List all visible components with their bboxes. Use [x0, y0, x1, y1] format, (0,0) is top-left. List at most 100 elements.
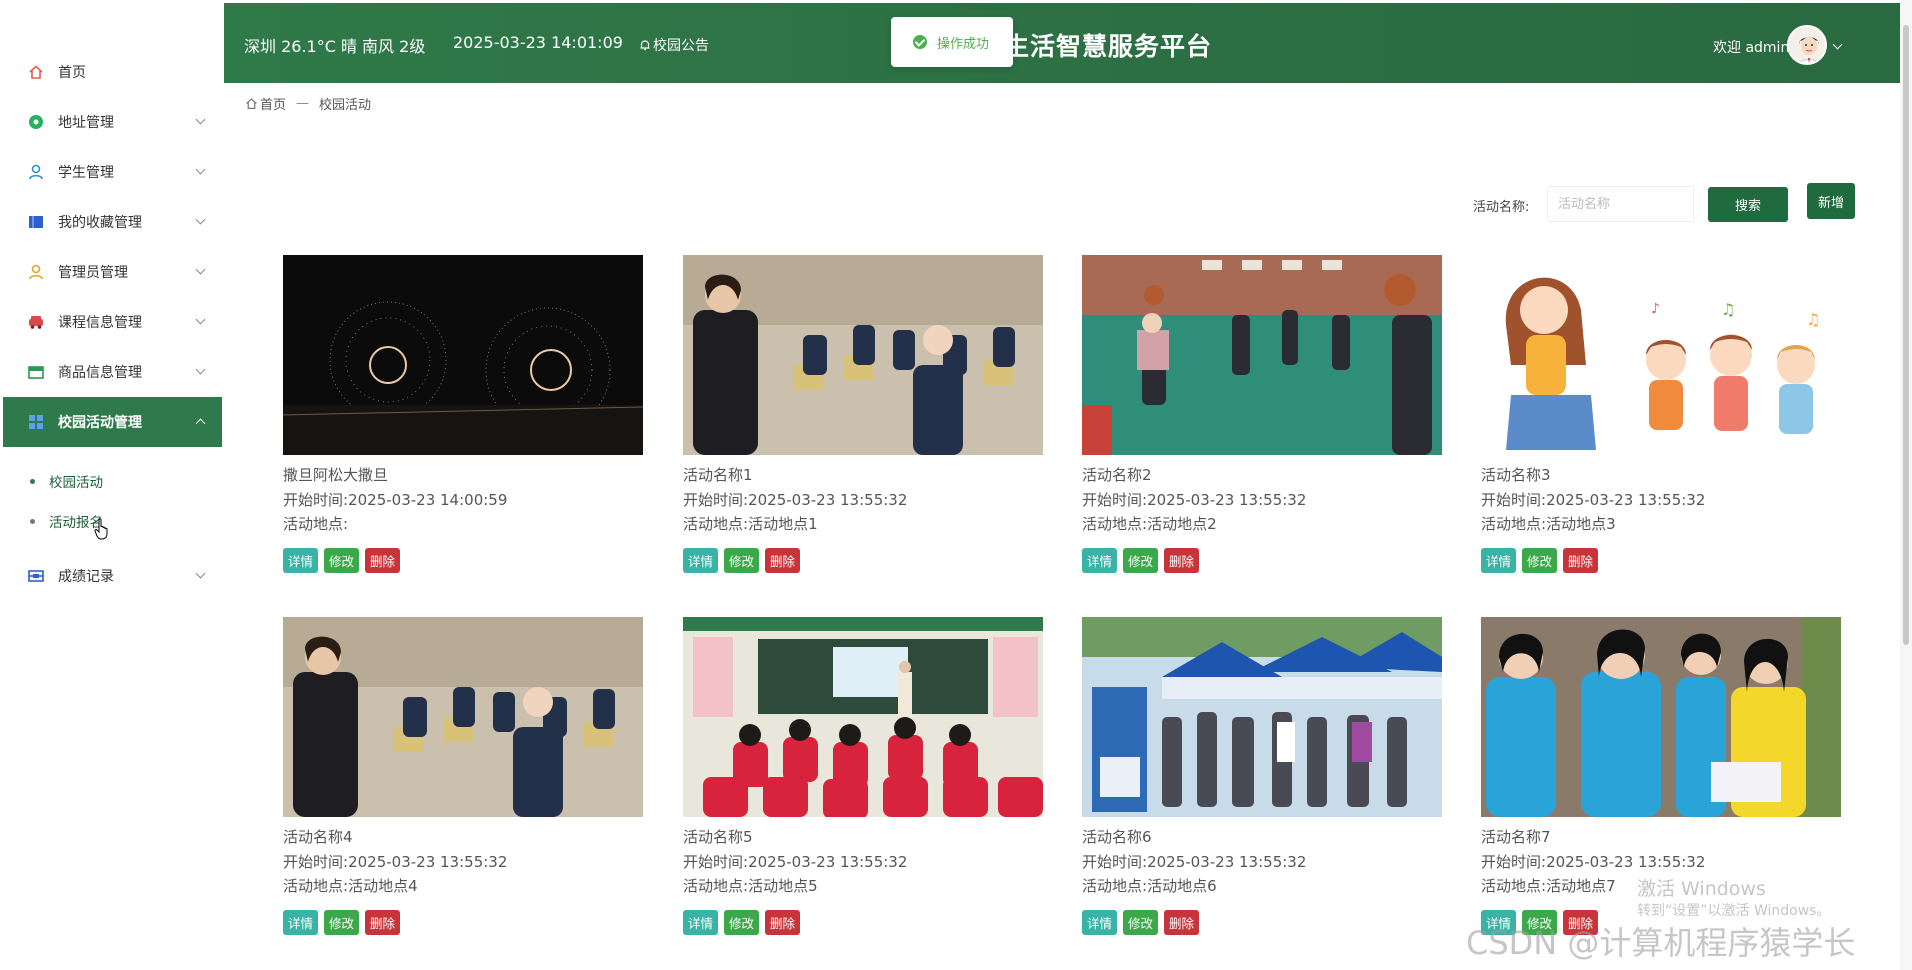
field-label: 活动地点: — [1481, 515, 1547, 533]
activity-card[interactable]: 活动名称4 开始时间:2025-03-23 13:55:32 活动地点:活动地点… — [283, 617, 643, 935]
activity-card[interactable]: 活动名称1 开始时间:2025-03-23 13:55:32 活动地点:活动地点… — [683, 255, 1043, 573]
platform-title: 生活智慧服务平台 — [1004, 32, 1213, 61]
activity-image-auditorium[interactable] — [283, 617, 643, 817]
field-value: 2025-03-23 13:55:32 — [1546, 852, 1706, 871]
activity-start-time: 开始时间:2025-03-23 13:55:32 — [1481, 850, 1841, 875]
detail-button[interactable]: 详情 — [283, 547, 319, 573]
activity-name: 活动名称3 — [1481, 466, 1551, 484]
delete-button[interactable]: 删除 — [765, 547, 801, 573]
bullet-icon — [30, 478, 35, 484]
activity-image-playground[interactable] — [1082, 255, 1442, 455]
search-button[interactable]: 搜索 — [1708, 187, 1788, 222]
field-label: 活动地点: — [283, 515, 349, 533]
activity-image-auditorium[interactable] — [683, 255, 1043, 455]
edit-button[interactable]: 修改 — [1123, 547, 1159, 573]
edit-button[interactable]: 修改 — [324, 909, 360, 935]
activity-card[interactable]: 活动名称6 开始时间:2025-03-23 13:55:32 活动地点:活动地点… — [1082, 617, 1442, 935]
field-label: 开始时间: — [1082, 852, 1148, 871]
home-icon — [246, 98, 257, 109]
delete-button[interactable]: 删除 — [765, 909, 801, 935]
sidebar-item-label: 学生管理 — [58, 165, 114, 181]
field-label: 活动地点: — [683, 877, 749, 895]
sidebar-item-grades[interactable]: 成绩记录 — [3, 551, 222, 601]
field-label: 活动地点: — [683, 515, 749, 533]
delete-button[interactable]: 删除 — [365, 547, 401, 573]
edit-button[interactable]: 修改 — [724, 547, 760, 573]
sidebar-item-students[interactable]: 学生管理 — [3, 147, 222, 197]
check-circle-icon — [913, 35, 927, 49]
csdn-watermark: CSDN @计算机程序猿学长 — [1466, 924, 1856, 962]
field-value: 活动地点5 — [748, 877, 818, 895]
activity-place: 活动地点:活动地点2 — [1082, 512, 1442, 537]
submenu-item-campus-activity[interactable]: 校园活动 — [30, 471, 103, 491]
activity-place: 活动地点:活动地点3 — [1481, 512, 1841, 537]
edit-button[interactable]: 修改 — [724, 909, 760, 935]
chevron-down-icon — [195, 364, 206, 375]
delete-button[interactable]: 删除 — [1164, 547, 1200, 573]
activity-card[interactable]: 活动名称2 开始时间:2025-03-23 13:55:32 活动地点:活动地点… — [1082, 255, 1442, 573]
activity-image-cartoon-singing[interactable]: ♪ ♫ ♫ — [1481, 255, 1841, 455]
field-value: 2025-03-23 13:55:32 — [1147, 852, 1307, 871]
sidebar-item-label: 课程信息管理 — [58, 315, 142, 331]
breadcrumb-home[interactable]: 首页 — [260, 94, 286, 113]
avatar[interactable] — [1787, 25, 1827, 65]
sidebar-item-products[interactable]: 商品信息管理 — [3, 347, 222, 397]
detail-button[interactable]: 详情 — [1082, 547, 1118, 573]
sidebar-item-address[interactable]: 地址管理 — [3, 97, 222, 147]
campus-notice-link[interactable]: 校园公告 — [639, 35, 709, 55]
breadcrumb: 首页 — 校园活动 — [245, 94, 371, 113]
chevron-up-icon — [195, 418, 206, 429]
edit-button[interactable]: 修改 — [1123, 909, 1159, 935]
sidebar-item-label: 校园活动管理 — [58, 415, 142, 431]
activity-name-search-input[interactable] — [1547, 186, 1694, 222]
detail-button[interactable]: 详情 — [1481, 547, 1517, 573]
app-root: 首页 地址管理 学生管理 我的收藏管理 管理员管理 课程信息管理 商品信息管理 … — [0, 0, 1912, 970]
sidebar-item-admins[interactable]: 管理员管理 — [3, 247, 222, 297]
chevron-down-icon[interactable] — [1832, 39, 1843, 50]
activity-image-tents[interactable] — [1082, 617, 1442, 817]
windows-activation-subtext: 转到“设置”以激活 Windows。 — [1637, 903, 1831, 919]
field-label: 开始时间: — [683, 490, 749, 509]
field-value: 2025-03-23 13:55:32 — [748, 490, 908, 509]
detail-button[interactable]: 详情 — [683, 909, 719, 935]
add-button[interactable]: 新增 — [1807, 183, 1855, 219]
car-icon — [28, 314, 44, 330]
activity-image-volunteers[interactable] — [1481, 617, 1841, 817]
activity-card[interactable]: ♪ ♫ ♫ 活动名称3 开始时间:2025-03-23 13:55:32 活动地… — [1481, 255, 1841, 573]
sidebar-item-label: 成绩记录 — [58, 569, 114, 585]
welcome-text: 欢迎 admin — [1713, 40, 1790, 56]
scrollbar-thumb[interactable] — [1903, 25, 1909, 645]
admin-icon — [28, 264, 44, 280]
field-value: 活动地点6 — [1147, 877, 1217, 895]
edit-button[interactable]: 修改 — [324, 547, 360, 573]
sidebar-item-home[interactable]: 首页 — [3, 47, 222, 97]
location-icon — [28, 114, 44, 130]
activity-start-time: 开始时间:2025-03-23 14:00:59 — [283, 488, 643, 513]
chevron-down-icon — [195, 214, 206, 225]
activity-start-time: 开始时间:2025-03-23 13:55:32 — [1082, 488, 1442, 513]
delete-button[interactable]: 删除 — [365, 909, 401, 935]
delete-button[interactable]: 删除 — [1164, 909, 1200, 935]
sidebar-item-favorites[interactable]: 我的收藏管理 — [3, 197, 222, 247]
field-label: 活动地点: — [1082, 515, 1148, 533]
activity-name: 撒旦阿松大撒旦 — [283, 466, 389, 484]
activity-card[interactable]: 撒旦阿松大撒旦 开始时间:2025-03-23 14:00:59 活动地点: 详… — [283, 255, 643, 573]
detail-button[interactable]: 详情 — [683, 547, 719, 573]
chevron-down-icon — [195, 568, 206, 579]
chevron-down-icon — [195, 114, 206, 125]
windows-activation-watermark: 激活 Windows — [1637, 878, 1766, 900]
field-label: 活动地点: — [1082, 877, 1148, 895]
activity-card[interactable]: 活动名称5 开始时间:2025-03-23 13:55:32 活动地点:活动地点… — [683, 617, 1043, 935]
sidebar-item-campus-activities[interactable]: 校园活动管理 — [3, 397, 222, 447]
edit-button[interactable]: 修改 — [1522, 547, 1558, 573]
activity-image-classroom[interactable] — [683, 617, 1043, 817]
detail-button[interactable]: 详情 — [283, 909, 319, 935]
detail-button[interactable]: 详情 — [1082, 909, 1118, 935]
field-value: 活动地点4 — [348, 877, 418, 895]
field-value: 活动地点3 — [1546, 515, 1616, 533]
activity-name: 活动名称5 — [683, 828, 753, 846]
activity-image-fireworks[interactable] — [283, 255, 643, 455]
sidebar-item-courses[interactable]: 课程信息管理 — [3, 297, 222, 347]
delete-button[interactable]: 删除 — [1563, 547, 1599, 573]
submenu-item-activity-signup[interactable]: 活动报名 — [30, 511, 103, 531]
